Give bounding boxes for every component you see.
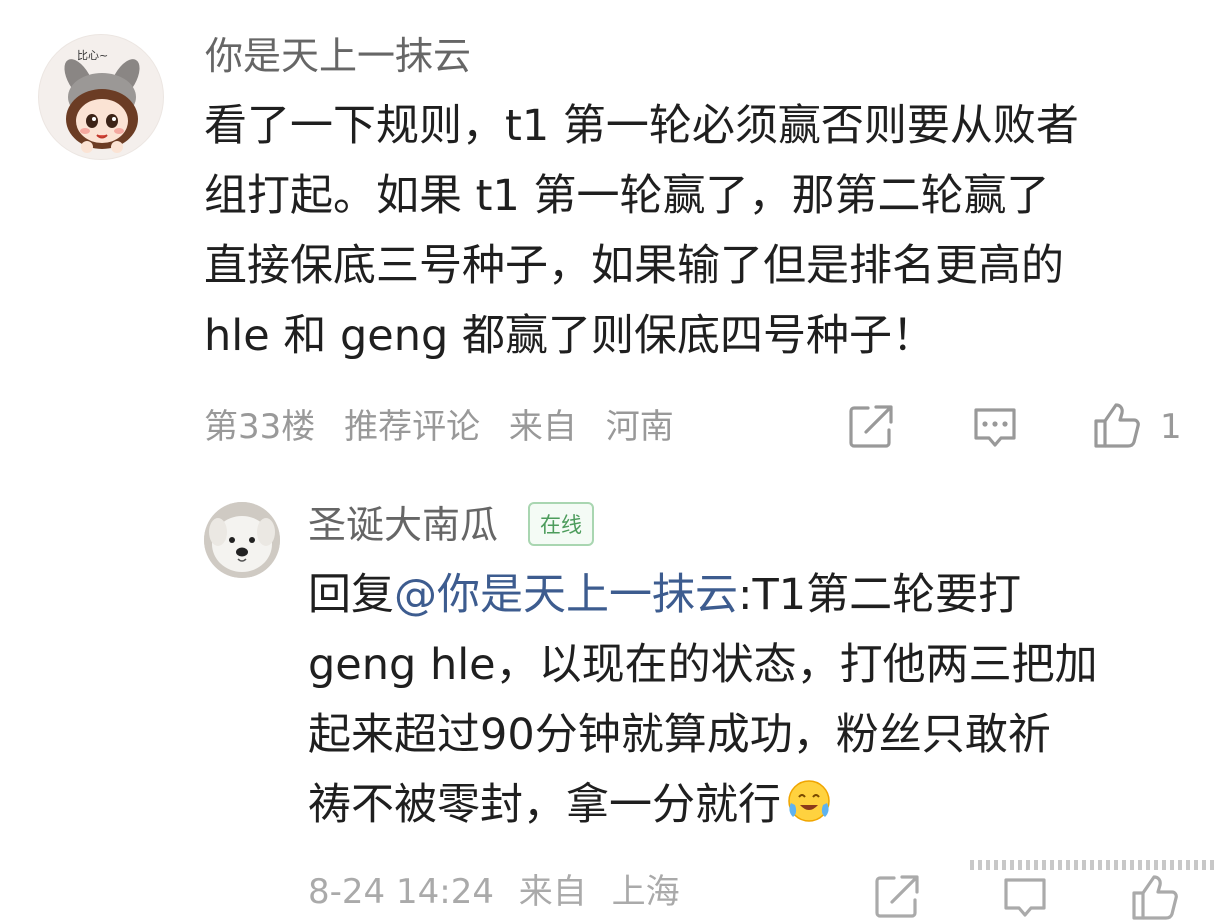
reply-text-segment: :T1第二轮要打 xyxy=(738,570,1022,620)
recommended-tag: 推荐评论 xyxy=(344,407,481,447)
comment-text-line: 直接保底三号种子，如果输了但是排名更高的 xyxy=(204,241,1064,291)
cartoon-girl-avatar-image: 比心~ xyxy=(64,49,140,153)
comment-text: 看了一下规则，t1 第一轮必须赢否则要从败者 组打起。如果 t1 第一轮赢了，那… xyxy=(204,91,1194,371)
from-label: 来自 xyxy=(508,407,577,447)
crying-smile-emoji-icon xyxy=(788,780,830,822)
comment-text-line: hle 和 geng 都赢了则保底四号种子！ xyxy=(204,311,935,361)
reply-text-line: 祷不被零封，拿一分就行 xyxy=(308,770,1188,840)
like-icon[interactable] xyxy=(1130,872,1180,922)
comment-text-line: 看了一下规则，t1 第一轮必须赢否则要从败者 xyxy=(204,101,1079,151)
reply-prefix: 回复 xyxy=(308,570,394,620)
avatar-badge-text: 比心~ xyxy=(77,49,108,62)
avatar[interactable]: 比心~ xyxy=(38,34,164,160)
reply-username[interactable]: 圣诞大南瓜 xyxy=(308,503,498,547)
reply-meta: 8-24 14:24 来自 上海 xyxy=(308,872,694,912)
reply-text-line: 回复@你是天上一抹云:T1第二轮要打 xyxy=(308,560,1188,630)
share-icon[interactable] xyxy=(872,872,922,922)
comment-meta: 第33楼 推荐评论 来自 河南 xyxy=(204,402,692,452)
reply-text-line: geng hle，以现在的状态，打他两三把加 xyxy=(308,640,1098,690)
watermark-dots xyxy=(970,860,1214,870)
like-count: 1 xyxy=(1160,407,1182,447)
mention-link[interactable]: @你是天上一抹云 xyxy=(394,570,738,620)
from-label: 来自 xyxy=(518,872,587,912)
reply-avatar[interactable] xyxy=(204,502,280,578)
online-badge: 在线 xyxy=(528,502,594,546)
share-icon[interactable] xyxy=(846,402,896,452)
reply-text-line: 起来超过90分钟就算成功，粉丝只敢祈 xyxy=(308,710,1051,760)
white-dog-avatar-image xyxy=(204,502,280,578)
reply-text: 回复@你是天上一抹云:T1第二轮要打 geng hle，以现在的状态，打他两三把… xyxy=(308,560,1188,840)
floor-number: 第33楼 xyxy=(204,407,316,447)
comment-text-line: 组打起。如果 t1 第一轮赢了，那第二轮赢了 xyxy=(204,171,1050,221)
comment-username[interactable]: 你是天上一抹云 xyxy=(205,34,471,78)
reply-icon[interactable] xyxy=(970,402,1020,452)
location: 河南 xyxy=(605,407,674,447)
like-icon[interactable] xyxy=(1092,400,1142,450)
reply-time: 8-24 14:24 xyxy=(308,872,494,912)
reply-text-segment: 祷不被零封，拿一分就行 xyxy=(308,780,781,830)
reply-location: 上海 xyxy=(611,872,680,912)
reply-icon[interactable] xyxy=(1000,872,1050,922)
